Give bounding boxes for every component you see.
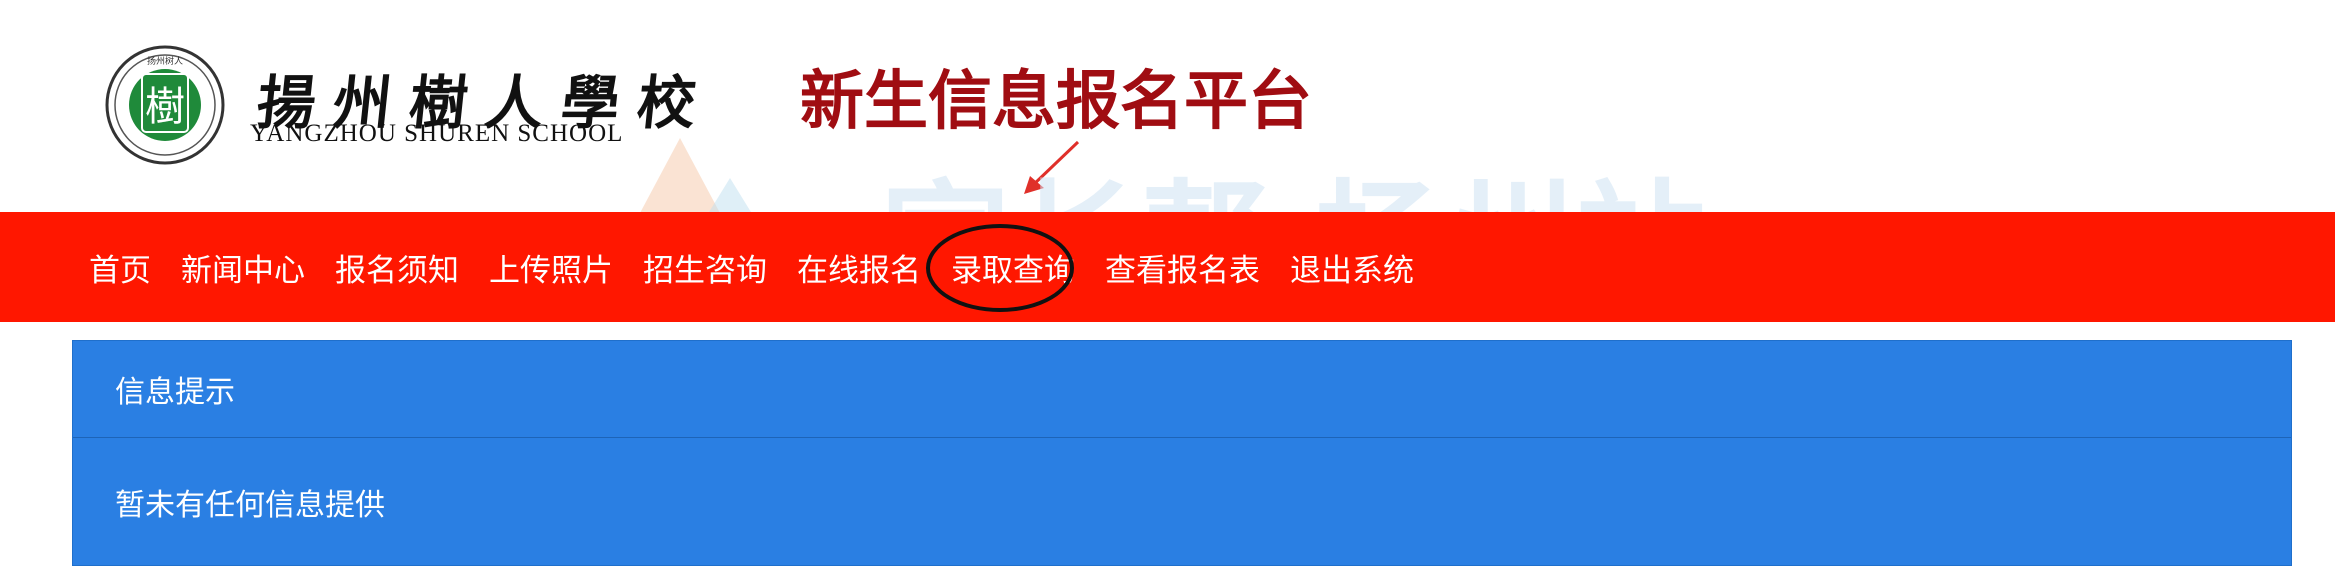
school-seal-logo: 樹 扬州树人 xyxy=(105,45,225,165)
nav-item-home[interactable]: 首页 xyxy=(74,245,166,290)
info-panel: 信息提示 暂未有任何信息提供 xyxy=(72,340,2292,566)
nav-list: 首页 新闻中心 报名须知 上传照片 招生咨询 在线报名 录取查询 查看报名表 退… xyxy=(0,212,1429,322)
page-header: 樹 扬州树人 揚州樹人學校 YANGZHOU SHUREN SCHOOL 新生信… xyxy=(0,0,2335,212)
nav-item-news[interactable]: 新闻中心 xyxy=(166,245,320,290)
nav-item-consult[interactable]: 招生咨询 xyxy=(628,245,782,290)
annotation-circle xyxy=(926,224,1074,312)
seal-text: 扬州树人 xyxy=(147,55,183,67)
nav-item-upload-photo[interactable]: 上传照片 xyxy=(474,245,628,290)
school-name-english: YANGZHOU SHUREN SCHOOL xyxy=(250,120,624,147)
annotation-arrow-icon xyxy=(1024,140,1080,194)
panel-heading: 信息提示 xyxy=(73,341,2291,438)
platform-title: 新生信息报名平台 xyxy=(800,65,1312,139)
main-navbar: 首页 新闻中心 报名须知 上传照片 招生咨询 在线报名 录取查询 查看报名表 退… xyxy=(0,212,2335,322)
panel-body: 暂未有任何信息提供 xyxy=(115,488,385,523)
nav-item-view-form[interactable]: 查看报名表 xyxy=(1090,245,1275,290)
nav-item-logout[interactable]: 退出系统 xyxy=(1275,245,1429,290)
nav-item-online-register[interactable]: 在线报名 xyxy=(782,245,936,290)
nav-item-notice[interactable]: 报名须知 xyxy=(320,245,474,290)
seal-glyph: 樹 xyxy=(145,84,185,130)
